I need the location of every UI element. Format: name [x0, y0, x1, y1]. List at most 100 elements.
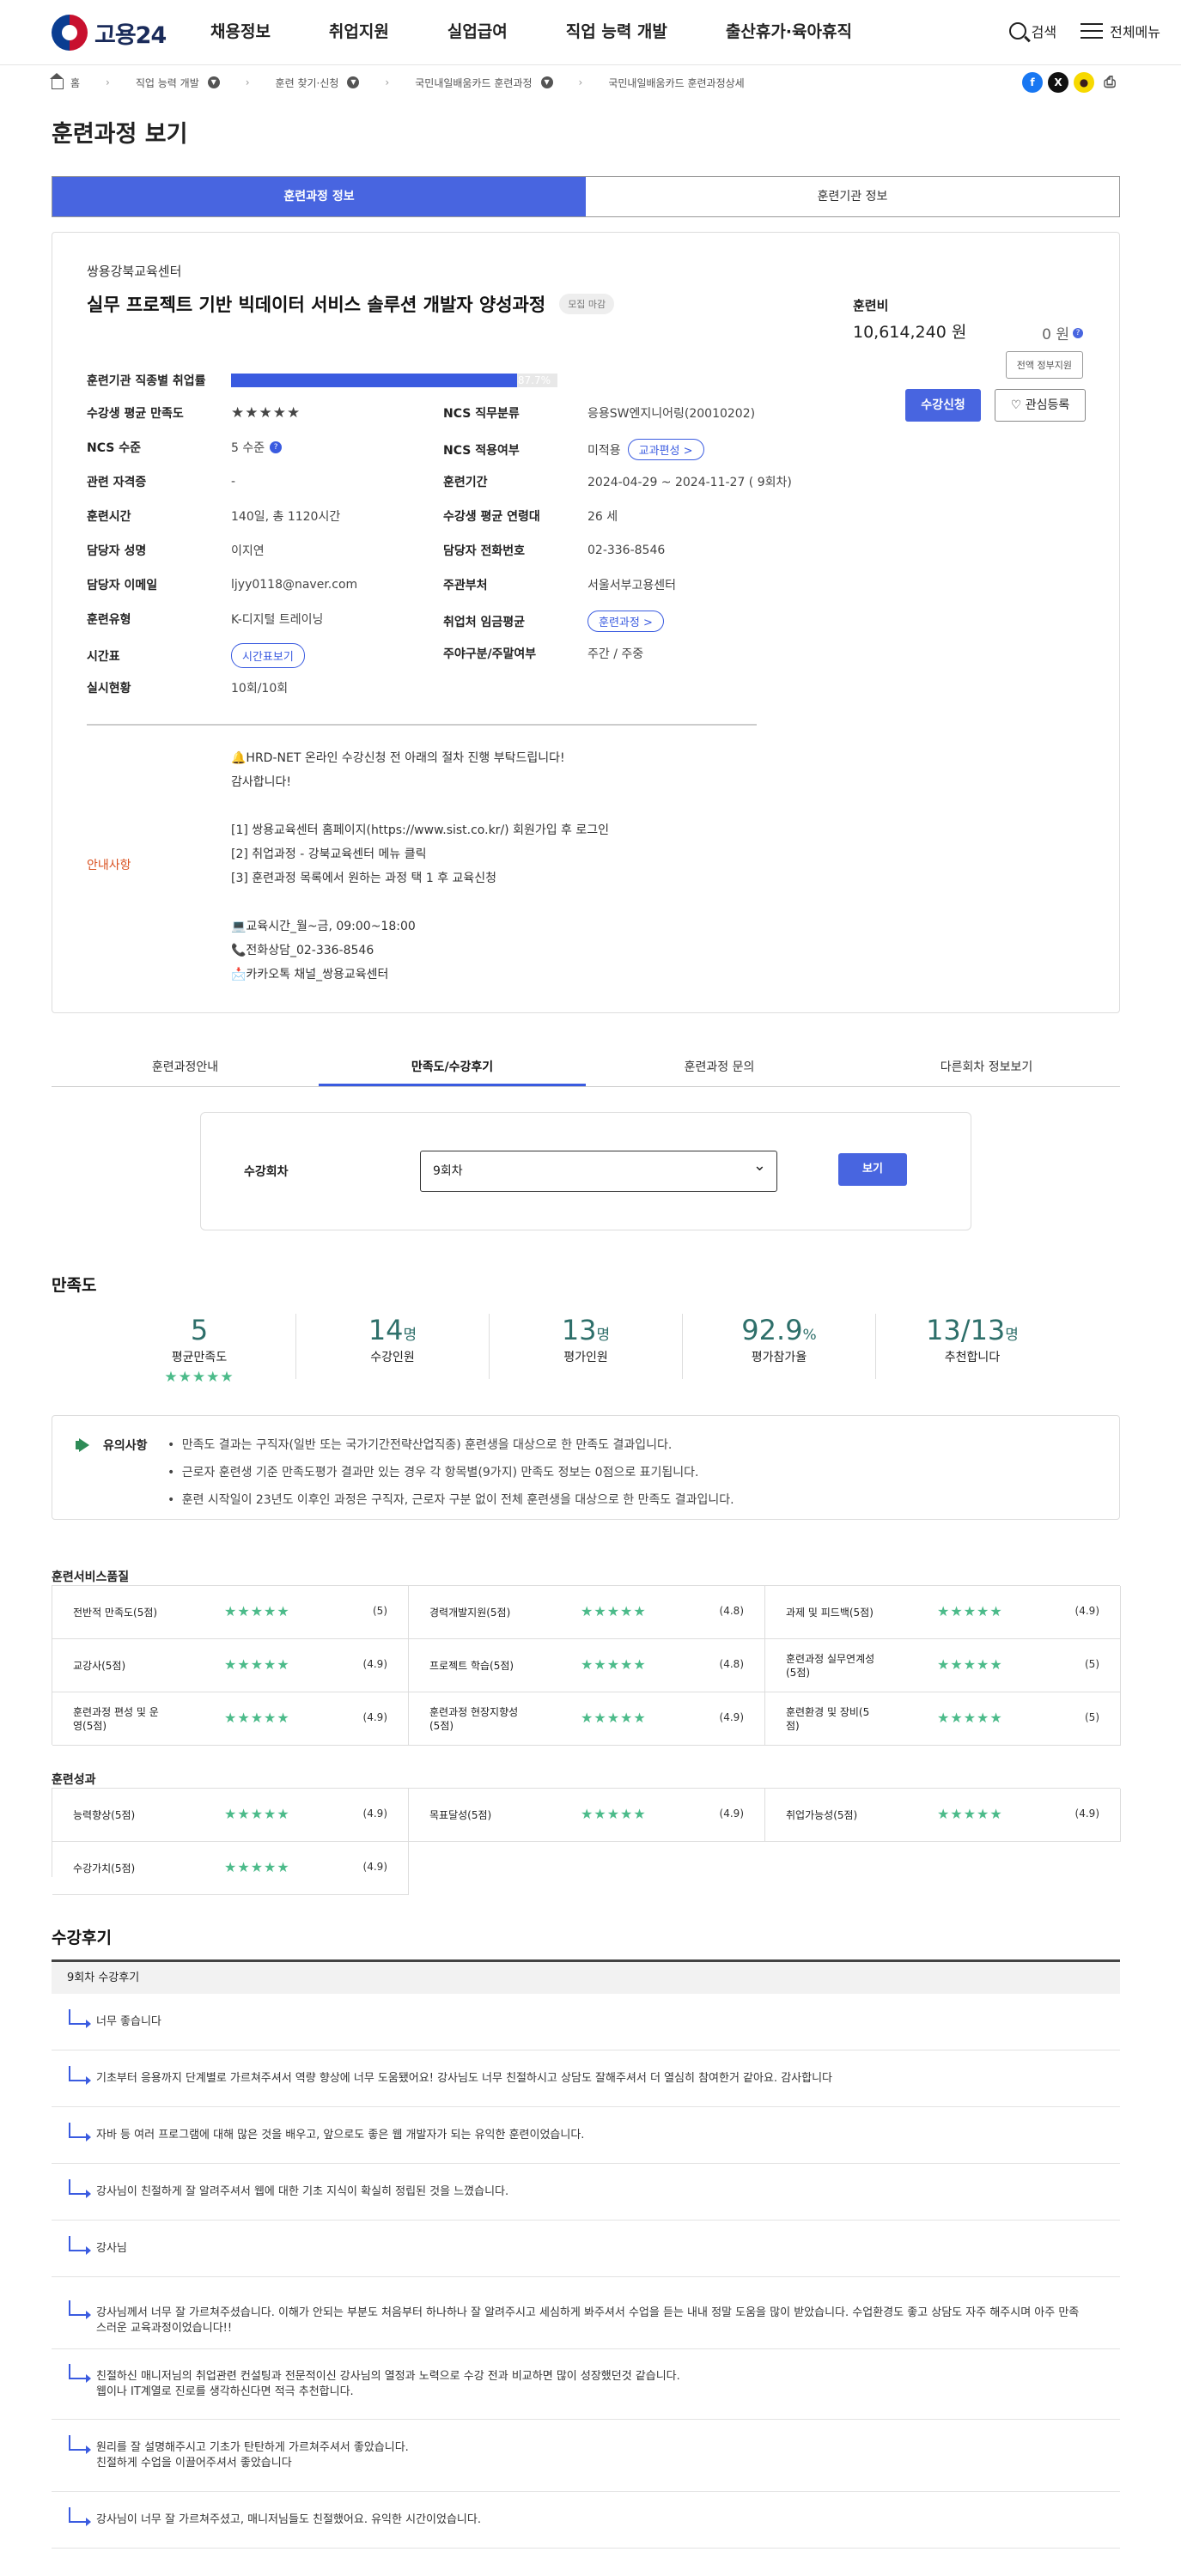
review-item: 강사님이 친절하게 잘 알려주셔서 웹에 대한 기초 지식이 확실히 정립된 것… — [52, 2164, 1120, 2221]
rating-score: (4.8) — [719, 1605, 744, 1617]
breadcrumb-current: 국민내일배움카드 훈련과정상세 — [608, 76, 744, 90]
round-select-box: 수강회차 9회차 보기 — [200, 1112, 971, 1230]
rating-stars: ★★★★★ — [937, 1806, 1003, 1822]
all-menu-button[interactable]: 전체메뉴 — [1081, 21, 1160, 41]
menu-item-unemployment-benefit[interactable]: 실업급여 — [447, 19, 508, 42]
tab-satisfaction-reviews[interactable]: 만족도/수강후기 — [319, 1049, 586, 1086]
rating-item-label: 교강사(5점) — [73, 1660, 126, 1672]
review-text: 강사님께서 너무 잘 가르쳐주셨습니다. 이해가 안되는 부분도 처음부터 하나… — [96, 2306, 1080, 2335]
info-row: 훈련기간 2024-04-29 ~ 2024-11-27 ( 9회차) — [443, 473, 792, 490]
field-label: 담당자 성명 — [87, 544, 147, 558]
tab-course-info[interactable]: 훈련과정 정보 — [52, 177, 586, 216]
main-tabs: 훈련과정 정보 훈련기관 정보 — [52, 176, 1120, 217]
stat-label: 평가인원 — [563, 1351, 608, 1364]
caution-box: 유의사항 만족도 결과는 구직자(일반 또는 국가기간전략산업직종) 훈련생을 … — [52, 1415, 1120, 1520]
rating-stars: ★★★★★ — [581, 1656, 647, 1673]
self-pay-value: 0 원 — [1042, 326, 1069, 343]
rating-item-label: 전반적 만족도(5점) — [73, 1607, 158, 1619]
timetable-button[interactable]: 시간표보기 — [231, 643, 305, 668]
rating-cell: 훈련과정 실무연계성(5점) ★★★★★ (5) — [765, 1639, 1121, 1692]
breadcrumb-separator: › — [578, 76, 583, 88]
tab-institution-info[interactable]: 훈련기관 정보 — [586, 177, 1119, 216]
field-label: 담당자 이메일 — [87, 579, 158, 592]
field-label: 수강생 평균 연령대 — [443, 510, 540, 524]
help-icon[interactable]: ? — [270, 441, 283, 453]
wage-course-button[interactable]: 훈련과정 > — [587, 611, 664, 632]
rating-cell: 수강가치(5점) ★★★★★ (4.9) — [52, 1842, 409, 1895]
employment-rate-row: 훈련기관 직종별 취업률 87.7% — [87, 372, 557, 389]
favorite-button[interactable]: ♡ 관심등록 — [995, 389, 1086, 422]
rating-stars: ★★★★★ — [224, 1859, 290, 1875]
apply-button[interactable]: 수강신청 — [905, 389, 981, 422]
site-logo[interactable]: 고용24 — [52, 15, 167, 51]
stat-number: 13/13 — [926, 1314, 1006, 1346]
reply-arrow-icon — [69, 2435, 91, 2454]
rating-cell: 교강사(5점) ★★★★★ (4.9) — [52, 1639, 409, 1692]
field-label: 주야구분/주말여부 — [443, 647, 537, 661]
breadcrumb-item[interactable]: 훈련 찾기·신청 ▼ — [276, 76, 360, 90]
help-icon[interactable]: ? — [1073, 327, 1083, 338]
menu-item-parental-leave[interactable]: 출산휴가·육아휴직 — [726, 19, 852, 42]
chevron-down-icon[interactable]: ▼ — [207, 76, 220, 88]
reply-arrow-icon — [69, 2507, 91, 2526]
breadcrumb-home[interactable]: 홈 — [50, 73, 80, 90]
field-label: NCS 직무분류 — [443, 407, 520, 421]
view-button[interactable]: 보기 — [838, 1153, 907, 1186]
field-value: 5 수준 — [231, 441, 265, 455]
stat-average: 5 평균만족도 ★★★★★ — [103, 1314, 296, 1386]
field-value: 140일, 총 1120시간 — [231, 510, 341, 524]
caution-list: 만족도 결과는 구직자(일반 또는 국가기간전략산업직종) 훈련생을 대상으로 … — [167, 1431, 734, 1514]
print-icon[interactable]: ⎙ — [1099, 72, 1120, 93]
x-icon[interactable]: X — [1048, 72, 1068, 93]
rating-cell: 훈련과정 편성 및 운영(5점) ★★★★★ (4.9) — [52, 1692, 409, 1746]
menu-item-jobs[interactable]: 채용정보 — [210, 19, 271, 42]
facebook-icon[interactable]: f — [1022, 72, 1043, 93]
field-value: 미적용 — [587, 443, 621, 458]
curriculum-button[interactable]: 교과편성 > — [627, 439, 704, 460]
review-text: 강사님이 친절하게 잘 알려주셔서 웹에 대한 기초 지식이 확실히 정립된 것… — [96, 2185, 509, 2198]
stat-label: 추천합니다 — [944, 1351, 1001, 1364]
stat-evaluators: 13명 평가인원 — [490, 1314, 683, 1379]
field-value: 주간 / 주중 — [587, 647, 644, 661]
tab-course-guide[interactable]: 훈련과정안내 — [52, 1049, 319, 1086]
chevron-down-icon[interactable]: ▼ — [540, 76, 553, 88]
field-value: 2024-04-29 ~ 2024-11-27 ( 9회차) — [587, 476, 792, 489]
kakaotalk-icon[interactable]: ● — [1074, 72, 1094, 93]
field-label: 훈련유형 — [87, 613, 131, 627]
course-title-text: 실무 프로젝트 기반 빅데이터 서비스 솔루션 개발자 양성과정 — [87, 295, 546, 315]
breadcrumb-item[interactable]: 국민내일배움카드 훈련과정 ▼ — [415, 76, 553, 90]
search-button[interactable]: 검색 — [1008, 21, 1057, 41]
quality-title: 훈련서비스품질 — [52, 1571, 130, 1584]
stat-unit: 명 — [596, 1327, 611, 1344]
rating-stars: ★★★★★ — [581, 1603, 647, 1619]
menu-item-vocational-training[interactable]: 직업 능력 개발 — [566, 19, 667, 42]
breadcrumb-item[interactable]: 직업 능력 개발 ▼ — [136, 76, 220, 90]
search-icon — [1008, 22, 1026, 39]
breadcrumb-label: 직업 능력 개발 — [135, 76, 199, 89]
field-value: 이지연 — [231, 544, 265, 558]
employment-rate-text: 87.7% — [517, 374, 551, 386]
review-item: 강사님이 너무 잘 가르쳐주셨고, 매니저님들도 친절했어요. 유익한 시간이었… — [52, 2492, 1120, 2549]
reply-arrow-icon — [69, 2179, 91, 2198]
rating-stars: ★★★★★ — [224, 1603, 290, 1619]
chevron-down-icon[interactable]: ▼ — [347, 76, 360, 88]
tab-other-rounds[interactable]: 다른회차 정보보기 — [853, 1049, 1120, 1086]
info-row: 훈련시간 140일, 총 1120시간 — [87, 507, 340, 525]
info-row: NCS 직무분류 응용SW엔지니어링(20010202) — [443, 404, 755, 422]
tab-course-inquiry[interactable]: 훈련과정 문의 — [586, 1049, 853, 1086]
fee-box: 훈련비 10,614,240 원 — [853, 296, 966, 343]
reply-arrow-icon — [69, 2123, 91, 2142]
employment-rate-bar: 87.7% — [231, 374, 557, 387]
rating-stars: ★★★★★ — [581, 1806, 647, 1822]
review-item: 기초부터 응용까지 단계별로 가르쳐주셔서 역량 향상에 너무 도움됐어요! 강… — [52, 2050, 1120, 2107]
round-select[interactable]: 9회차 — [420, 1146, 777, 1192]
review-text: 강사님이 너무 잘 가르쳐주셨고, 매니저님들도 친절했어요. 유익한 시간이었… — [96, 2513, 481, 2526]
self-pay: 0 원? — [1042, 322, 1083, 343]
menu-item-employment-support[interactable]: 취업지원 — [329, 19, 389, 42]
rating-cell: 프로젝트 학습(5점) ★★★★★ (4.8) — [409, 1639, 765, 1692]
info-row: 담당자 성명 이지연 — [87, 542, 265, 559]
field-value: 서울서부고용센터 — [587, 579, 677, 592]
stat-label: 평균만족도 — [171, 1351, 228, 1364]
search-label: 검색 — [1031, 24, 1057, 40]
stat-unit: % — [802, 1327, 817, 1344]
